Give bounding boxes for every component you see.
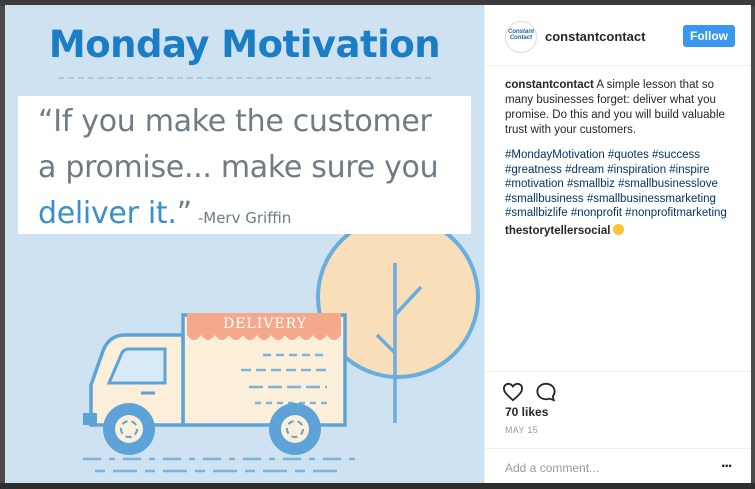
quote-line-3: deliver it.” -Merv Griffin (38, 196, 291, 231)
front-hubcap (115, 415, 143, 443)
avatar[interactable]: Constant Contact (505, 21, 537, 53)
illustration: DELIVERY (83, 215, 480, 473)
background-strip-bottom (0, 483, 755, 489)
caption-author-link[interactable]: constantcontact (505, 79, 594, 91)
quote-close: ” (176, 196, 193, 231)
username-link[interactable]: constantcontact (545, 29, 645, 44)
heart-icon[interactable] (502, 382, 524, 402)
avatar-logo-text: Constant Contact (508, 29, 534, 41)
post-image[interactable]: Monday Motivation DELIVERY “If you make … (5, 5, 484, 483)
truck-label: DELIVERY (223, 316, 307, 332)
caption: constantcontact A simple lesson that so … (505, 78, 737, 138)
comment-row: thestorytellersocial (505, 224, 625, 237)
follow-button[interactable]: Follow (683, 25, 735, 47)
quote-accent: deliver it. (38, 196, 177, 231)
rear-hubcap (281, 415, 309, 443)
hashtags[interactable]: #MondayMotivation #quotes #success #grea… (505, 148, 745, 221)
action-bar (485, 371, 751, 402)
post-header: Constant Contact constantcontact Follow (485, 5, 751, 66)
comment-user-link[interactable]: thestorytellersocial (505, 225, 610, 237)
post-date[interactable]: MAY 15 (505, 425, 538, 435)
smile-emoji-icon (613, 224, 625, 235)
post-sidebar: Constant Contact constantcontact Follow … (484, 5, 751, 483)
quote-line-2: a promise... make sure you (38, 150, 439, 185)
truck-bumper (83, 413, 97, 425)
comment-icon[interactable] (535, 382, 557, 402)
more-options-icon[interactable]: ... (721, 454, 732, 472)
post-modal: Monday Motivation DELIVERY “If you make … (5, 5, 751, 483)
quote-attribution: -Merv Griffin (197, 209, 292, 227)
likes-count[interactable]: 70 likes (505, 405, 548, 419)
add-comment-bar: Add a comment... ... (485, 448, 751, 483)
quote-box: “If you make the customer a promise... m… (18, 96, 471, 234)
quote-line-1: “If you make the customer (38, 104, 432, 139)
add-comment-input[interactable]: Add a comment... (505, 461, 599, 475)
